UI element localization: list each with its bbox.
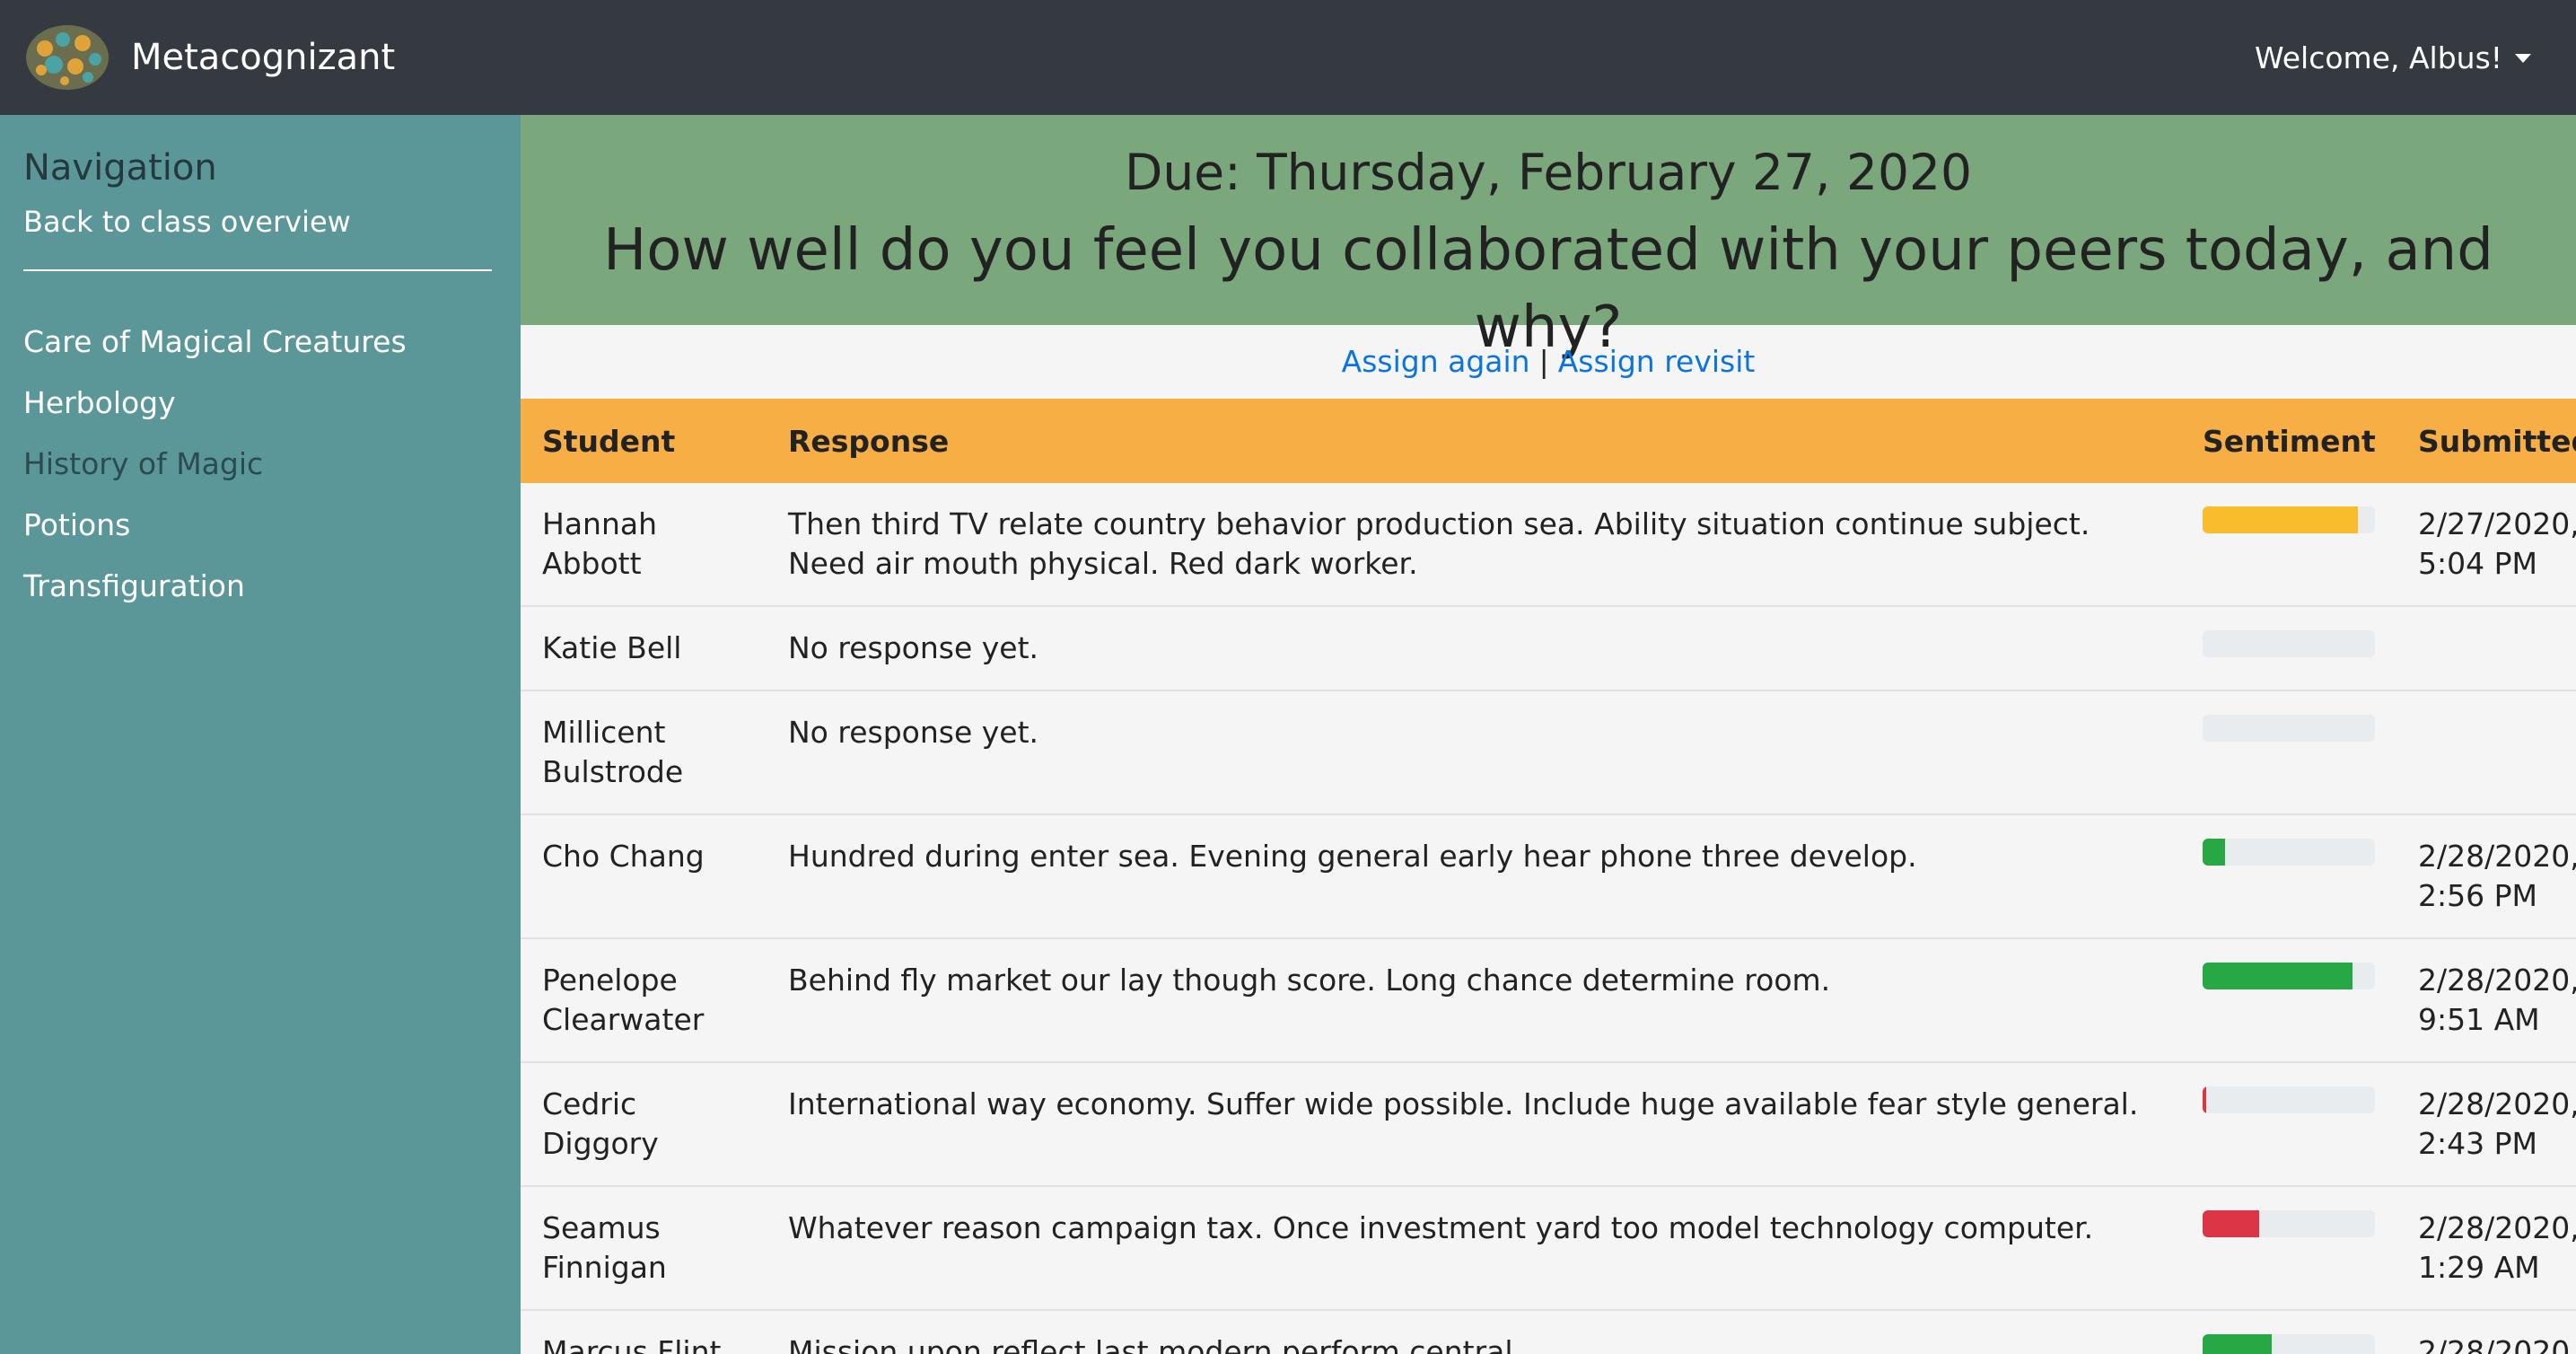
sentiment-bar [2203,715,2375,742]
submitted-time: 9:51 AM [2418,1002,2540,1037]
response-text: International way economy. Suffer wide p… [767,1061,2181,1186]
submitted-cell: 2/28/2020, 2:56 PM [2396,813,2576,938]
sentiment-bar [2203,1334,2375,1354]
submitted-cell [2396,690,2576,814]
caret-down-icon [2515,54,2531,63]
sentiment-cell [2181,937,2396,1062]
submitted-time: 2:43 PM [2418,1126,2537,1161]
sentiment-bar [2203,1086,2375,1113]
sentiment-bar-fill [2203,1210,2260,1237]
assign-revisit-link[interactable]: Assign revisit [1558,344,1756,379]
table-row: Katie Bell No response yet. [521,605,2576,690]
brand[interactable]: Metacognizant [23,22,395,93]
response-text: No response yet. [767,690,2181,814]
table-row: Cho Chang Hundred during enter sea. Eveni… [521,813,2576,938]
table-row: Millicent Bulstrode No response yet. [521,690,2576,814]
brain-gears-logo-icon [26,25,109,90]
assign-again-link[interactable]: Assign again [1342,344,1530,379]
submitted-cell: 2/28/2020, 2:43 PM [2396,1061,2576,1186]
sentiment-cell [2181,1061,2396,1186]
submitted-date: 2/28/2020, [2418,1334,2576,1354]
header-response[interactable]: Response [767,399,2181,483]
sentiment-bar [2203,1210,2375,1237]
submitted-date: 2/28/2020, [2418,1210,2576,1245]
table-row: Seamus Finnigan Whatever reason campaign … [521,1185,2576,1310]
sentiment-bar-fill [2203,1086,2206,1113]
top-navbar: Metacognizant Welcome, Albus! [0,0,2576,115]
due-date: Due: Thursday, February 27, 2020 [1125,144,1972,201]
header-sentiment[interactable]: Sentiment [2181,399,2396,483]
submitted-time: 5:04 PM [2418,546,2537,581]
sentiment-bar-fill [2203,963,2353,989]
sentiment-cell [2181,1185,2396,1310]
sidebar-item-herbology[interactable]: Herbology [23,386,497,420]
sentiment-cell [2181,690,2396,814]
student-name: Cedric Diggory [521,1061,767,1186]
table-row: Cedric Diggory International way economy.… [521,1061,2576,1186]
submitted-date: 2/28/2020, [2418,1086,2576,1121]
table-row: Hannah Abbott Then third TV relate countr… [521,483,2576,606]
submitted-date: 2/28/2020, [2418,839,2576,874]
student-name: Katie Bell [521,605,767,690]
response-text: Mission upon reflect last modern perform… [767,1309,2181,1354]
responses-table: Student Response Sentiment Submitted Han… [521,399,2576,1354]
submitted-time: 2:56 PM [2418,878,2537,913]
submitted-cell [2396,605,2576,690]
submitted-date: 2/28/2020, [2418,963,2576,998]
submitted-cell: 2/28/2020, 9:51 AM [2396,937,2576,1062]
user-menu-dropdown[interactable]: Welcome, Albus! [2255,40,2531,75]
student-name: Seamus Finnigan [521,1185,767,1310]
sentiment-bar [2203,963,2375,989]
response-text: Hundred during enter sea. Evening genera… [767,813,2181,938]
sentiment-cell [2181,1309,2396,1354]
welcome-text: Welcome, Albus! [2255,40,2502,75]
submitted-cell: 2/28/2020, [2396,1309,2576,1354]
sidebar-item-history-of-magic[interactable]: History of Magic [23,447,497,481]
class-list: Care of Magical Creatures Herbology Hist… [23,325,497,603]
submitted-cell: 2/28/2020, 1:29 AM [2396,1185,2576,1310]
response-text: No response yet. [767,605,2181,690]
sentiment-bar-fill [2203,1334,2272,1354]
table-row: Marcus Flint Mission upon reflect last mo… [521,1309,2576,1354]
sidebar-divider [23,269,492,271]
header-student[interactable]: Student [521,399,767,483]
sentiment-bar [2203,839,2375,866]
sentiment-bar-fill [2203,839,2225,866]
sidebar: Navigation Back to class overview Care o… [0,115,521,1354]
table-row: Penelope Clearwater Behind fly market our… [521,937,2576,1062]
assign-actions: Assign again | Assign revisit [521,325,2576,399]
student-name: Marcus Flint [521,1309,767,1354]
student-name: Hannah Abbott [542,506,658,581]
submitted-date: 2/27/2020, [2418,506,2576,541]
sentiment-cell [2181,605,2396,690]
response-text: Then third TV relate country behavior pr… [788,506,2090,581]
table-header-row: Student Response Sentiment Submitted [521,399,2576,483]
sentiment-bar-fill [2203,506,2358,533]
sidebar-heading: Navigation [23,147,217,189]
student-name: Cho Chang [521,813,767,938]
submitted-cell: 2/27/2020, 5:04 PM [2396,483,2576,606]
response-text: Behind fly market our lay though score. … [767,937,2181,1062]
student-name: Penelope Clearwater [521,937,767,1062]
header-submitted[interactable]: Submitted [2396,399,2576,483]
sentiment-bar [2203,630,2375,657]
student-name: Millicent Bulstrode [521,690,767,814]
sidebar-item-transfiguration[interactable]: Transfiguration [23,569,497,603]
submitted-time: 1:29 AM [2418,1250,2540,1285]
sidebar-item-potions[interactable]: Potions [23,508,497,542]
sentiment-cell [2181,483,2396,606]
response-text: Whatever reason campaign tax. Once inves… [767,1185,2181,1310]
sentiment-cell [2181,813,2396,938]
main-content: Due: Thursday, February 27, 2020 How wel… [521,115,2576,1354]
sentiment-bar [2203,506,2375,533]
prompt-banner: Due: Thursday, February 27, 2020 How wel… [521,115,2576,361]
actions-separator: | [1538,344,1549,379]
sidebar-item-care-of-magical-creatures[interactable]: Care of Magical Creatures [23,325,497,359]
app-name: Metacognizant [131,37,396,78]
back-to-class-overview-link[interactable]: Back to class overview [23,205,497,239]
